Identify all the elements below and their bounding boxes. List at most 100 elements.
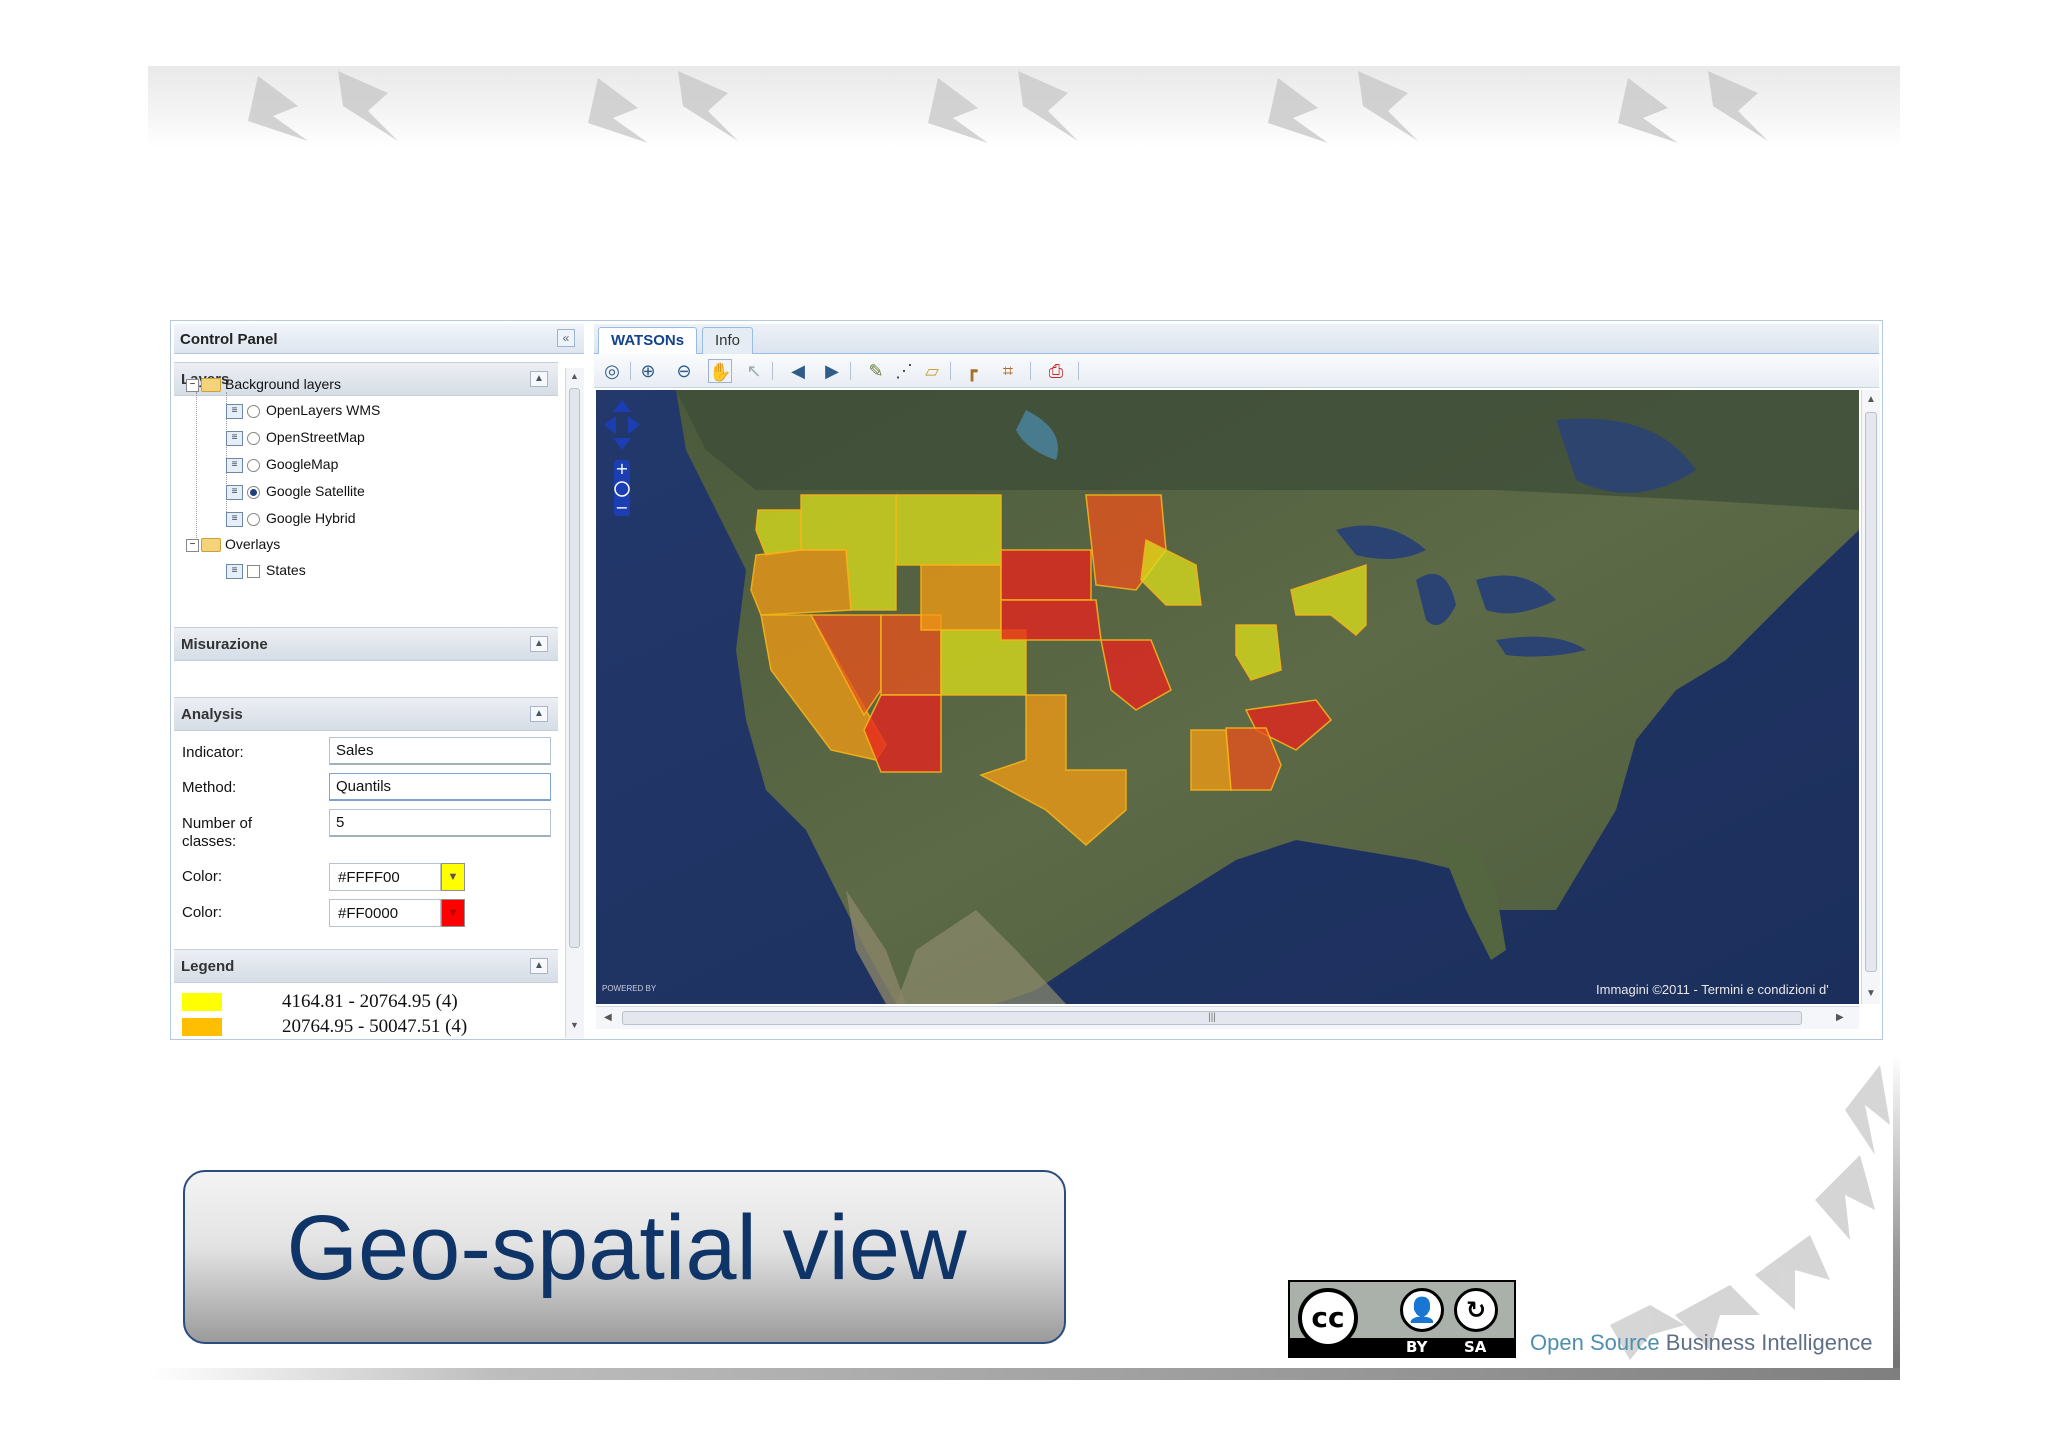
overlays-label: Overlays	[225, 536, 281, 552]
layer-item-google-hybrid[interactable]: ≡ Google Hybrid	[226, 510, 356, 532]
scroll-down-icon[interactable]: ▼	[569, 1020, 580, 1031]
toolbar-separator	[850, 362, 851, 380]
map-vertical-scrollbar[interactable]: ▲ ▼	[1861, 390, 1880, 1004]
gis-application-window: Control Panel « Layers ▲ −Background lay…	[170, 320, 1883, 1040]
layer-icon: ≡	[226, 484, 243, 500]
color1-label: Color:	[182, 868, 223, 885]
scrollbar-thumb[interactable]	[1865, 412, 1877, 972]
control-panel-header: Control Panel «	[174, 324, 584, 354]
color1-picker-button[interactable]: ▼	[441, 863, 465, 891]
color1-field[interactable]: #FFFF00	[329, 863, 441, 891]
method-field[interactable]: Quantils	[329, 773, 551, 801]
layer-checkbox-states[interactable]	[247, 564, 260, 578]
classes-label: Number of classes:	[182, 815, 253, 850]
measure-section-title: Misurazione	[181, 636, 268, 653]
layer-item-googlemap[interactable]: ≡ GoogleMap	[226, 456, 338, 478]
collapse-measure-icon[interactable]: ▲	[530, 636, 548, 652]
legend-swatch	[182, 993, 222, 1011]
measure-line-icon[interactable]: ⋰	[892, 359, 916, 383]
toolbar-separator	[950, 362, 951, 380]
share-alike-icon: ↻	[1454, 1288, 1498, 1332]
tree-connector	[196, 392, 197, 550]
scrollbar-thumb[interactable]	[569, 388, 580, 948]
scroll-up-icon[interactable]: ▲	[1866, 394, 1876, 405]
layer-item-openstreetmap[interactable]: ≡ OpenStreetMap	[226, 429, 365, 451]
collapse-panel-button[interactable]: «	[557, 329, 575, 347]
legend-swatch	[182, 1018, 222, 1036]
cc-sa-label: SA	[1464, 1338, 1487, 1356]
map-canvas[interactable]: + − POWERED BY Immagini ©2011 - Termini …	[596, 390, 1859, 1004]
toolbar-separator	[1030, 362, 1031, 380]
brand-word: Intelligence	[1761, 1330, 1873, 1355]
layer-radio-google-hybrid[interactable]	[247, 512, 260, 526]
toolbar-separator	[630, 362, 631, 380]
tree-node-overlays[interactable]: − Overlays	[186, 536, 280, 558]
folder-icon	[201, 378, 221, 393]
layer-icon: ≡	[226, 403, 243, 419]
brand-word: Business	[1665, 1330, 1756, 1355]
select-arrow-icon[interactable]: ↖	[742, 359, 766, 383]
cc-icon: cc	[1298, 1288, 1358, 1348]
layer-radio-openstreetmap[interactable]	[247, 431, 260, 445]
measure-section-header[interactable]: Misurazione ▲	[174, 627, 558, 661]
next-extent-icon[interactable]: ▶	[820, 359, 844, 383]
zoom-plus-icon[interactable]: +	[615, 459, 628, 478]
draw-pencil-icon[interactable]: ✎	[864, 359, 888, 383]
collapse-legend-icon[interactable]: ▲	[530, 958, 548, 974]
tree-node-background-layers[interactable]: − Background layers	[186, 376, 341, 398]
measure-area-icon[interactable]: ▱	[920, 359, 944, 383]
layer-radio-google-satellite[interactable]	[247, 485, 260, 499]
tab-watsons[interactable]: WATSONs	[598, 327, 698, 355]
layer-label: OpenLayers WMS	[266, 402, 381, 418]
map-copyright[interactable]: Immagini ©2011 - Termini e condizioni d'	[1596, 982, 1829, 997]
number-of-classes-field[interactable]: 5	[329, 809, 551, 837]
layer-item-openlayers-wms[interactable]: ≡ OpenLayers WMS	[226, 402, 380, 424]
query-icon[interactable]: ┏	[960, 359, 984, 383]
pan-hand-icon[interactable]: ✋	[708, 359, 732, 383]
cc-by-label: BY	[1406, 1338, 1428, 1356]
map-horizontal-scrollbar[interactable]: ◀ ||| ▶	[596, 1006, 1859, 1029]
zoom-minus-icon[interactable]: −	[615, 498, 628, 517]
indicator-field[interactable]: Sales	[329, 737, 551, 765]
previous-extent-icon[interactable]: ◀	[786, 359, 810, 383]
layer-radio-googlemap[interactable]	[247, 458, 260, 472]
layer-item-google-satellite[interactable]: ≡ Google Satellite	[226, 483, 365, 505]
layer-tree: − Background layers ≡ OpenLayers WMS ≡ Open…	[186, 376, 546, 606]
state-alabama	[1190, 729, 1232, 791]
collapse-analysis-icon[interactable]: ▲	[530, 706, 548, 722]
scroll-up-icon[interactable]: ▲	[569, 371, 580, 382]
tab-info[interactable]: Info	[702, 327, 754, 354]
brand-word: Source	[1589, 1330, 1660, 1355]
scrollbar-thumb[interactable]: |||	[622, 1011, 1802, 1025]
color2-picker-button[interactable]: ▼	[441, 899, 465, 927]
scroll-left-icon[interactable]: ◀	[604, 1012, 612, 1023]
scroll-down-icon[interactable]: ▼	[1866, 988, 1876, 999]
state-wyoming	[920, 564, 1002, 631]
slide-title-box: Geo-spatial view	[183, 1170, 1066, 1344]
legend-range: 20764.95 - 50047.51 (4)	[282, 1016, 468, 1037]
control-panel-scrollbar[interactable]: ▲ ▼	[565, 368, 584, 1038]
legend-section-title: Legend	[181, 958, 235, 975]
layer-item-states[interactable]: ≡ States	[226, 562, 306, 584]
color2-field[interactable]: #FF0000	[329, 899, 441, 927]
map-toolbar: ◎ ⊕ ⊖ ✋ ↖ ◀ ▶ ✎ ⋰ ▱ ┏ ⌗ ⎙	[594, 354, 1879, 388]
zoom-out-icon[interactable]: ⊖	[672, 359, 696, 383]
analysis-section-header[interactable]: Analysis ▲	[174, 697, 558, 731]
zoom-extent-icon[interactable]: ◎	[600, 359, 624, 383]
corner-decoration	[1610, 1065, 1890, 1360]
scroll-right-icon[interactable]: ▶	[1836, 1012, 1844, 1023]
legend-section-header[interactable]: Legend ▲	[174, 949, 558, 983]
collapse-node-icon[interactable]: −	[186, 378, 199, 392]
right-edge-bar	[1893, 1055, 1900, 1380]
brand-word: Open	[1530, 1330, 1584, 1355]
layer-radio-openlayers-wms[interactable]	[247, 404, 260, 418]
toolbar-separator	[772, 362, 773, 380]
layer-icon: ≡	[226, 563, 243, 579]
crop-icon[interactable]: ⌗	[996, 359, 1020, 383]
state-arizona	[863, 694, 942, 773]
print-icon[interactable]: ⎙	[1044, 359, 1068, 383]
zoom-in-icon[interactable]: ⊕	[636, 359, 660, 383]
background-layers-label: Background layers	[225, 376, 341, 392]
collapse-node-icon[interactable]: −	[186, 538, 199, 552]
state-washington	[755, 509, 802, 556]
